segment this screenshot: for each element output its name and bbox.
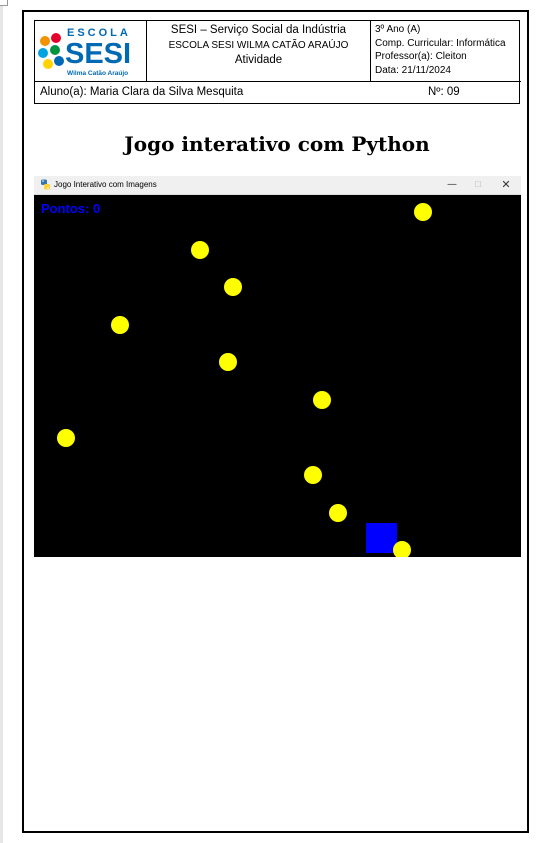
class-label: 3º Ano (A) <box>375 24 421 35</box>
student-name: Aluno(a): Maria Clara da Silva Mesquita <box>40 86 244 98</box>
falling-ball <box>329 504 347 522</box>
student-row: Aluno(a): Maria Clara da Silva Mesquita … <box>35 81 521 105</box>
logo-brand-sub: Wilma Catão Araújo <box>67 70 128 77</box>
window-titlebar: Jogo Interativo com Imagens — ☐ ✕ <box>34 176 521 195</box>
school-name: ESCOLA SESI WILMA CATÃO ARAÚJO <box>168 40 349 51</box>
sesi-logo: ESCOLA SESI Wilma Catão Araújo <box>38 27 131 77</box>
document-title: Jogo interativo com Python <box>124 132 430 156</box>
close-button[interactable]: ✕ <box>492 177 520 193</box>
falling-ball <box>304 466 322 484</box>
falling-ball <box>191 241 209 259</box>
game-window-screenshot: Jogo Interativo com Imagens — ☐ ✕ Pontos… <box>34 176 521 557</box>
falling-ball <box>224 278 242 296</box>
document-header: ESCOLA SESI Wilma Catão Araújo SESI – Se… <box>34 20 521 105</box>
logo-brand-main: SESI <box>65 38 131 70</box>
python-icon <box>41 179 50 190</box>
student-number: Nº: 09 <box>428 86 460 98</box>
falling-ball <box>57 429 75 447</box>
falling-ball <box>414 203 432 221</box>
falling-ball <box>393 541 411 557</box>
institution-name: SESI – Serviço Social da Indústria <box>170 24 347 36</box>
logo-cell: ESCOLA SESI Wilma Catão Araújo <box>35 21 147 81</box>
game-canvas[interactable]: Pontos: 0 <box>34 195 521 557</box>
institution-cell: SESI – Serviço Social da Indústria ESCOL… <box>147 21 371 81</box>
sesi-logo-mark <box>38 33 64 69</box>
subject-label: Comp. Curricular: Informática <box>375 37 506 49</box>
activity-label: Atividade <box>234 54 283 66</box>
teacher-label: Professor(a): Cleiton <box>375 51 467 62</box>
falling-ball <box>219 353 237 371</box>
falling-ball <box>111 316 129 334</box>
date-label: Data: 21/11/2024 <box>375 64 451 76</box>
class-info-cell: 3º Ano (A) Comp. Curricular: Informática… <box>371 21 521 81</box>
falling-ball <box>313 391 331 409</box>
left-scroll-strip <box>0 6 3 843</box>
maximize-button[interactable]: ☐ <box>464 177 492 193</box>
window-title: Jogo Interativo com Imagens <box>54 180 157 189</box>
score-label: Pontos: 0 <box>41 201 101 216</box>
minimize-button[interactable]: — <box>438 177 466 193</box>
